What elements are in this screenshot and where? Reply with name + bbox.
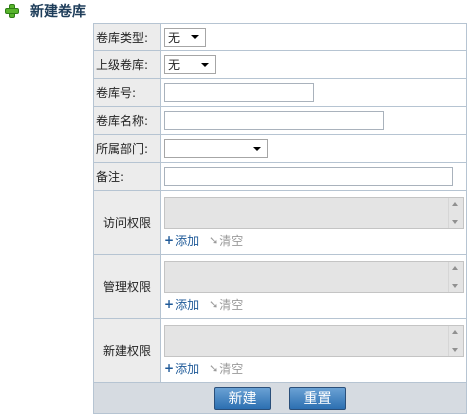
submit-button[interactable]: 新建 [214,386,271,410]
row-note: 备注: [94,163,466,191]
row-parent: 上级卷库: 无 [94,51,466,79]
note-input[interactable] [164,167,453,186]
gray-arrow-icon: ➘ [209,297,219,311]
type-select[interactable]: 无 [164,27,206,47]
scroll-down-icon[interactable] [452,283,458,288]
page-header: 新建卷库 [4,1,86,21]
row-create-permission: 新建权限 + 添加 ➘ 清空 [94,319,466,383]
row-number: 卷库号: [94,79,466,107]
manage-add-link[interactable]: + 添加 [164,296,199,313]
scroll-up-icon[interactable] [452,201,458,206]
row-manage-permission: 管理权限 + 添加 ➘ 清空 [94,255,466,319]
manage-permission-list[interactable] [164,260,464,293]
parent-label: 上级卷库: [94,51,161,78]
row-type: 卷库类型: 无 [94,24,466,51]
create-add-link[interactable]: + 添加 [164,360,199,377]
scroll-down-icon[interactable] [452,219,458,224]
scroll-up-icon[interactable] [452,329,458,334]
note-label: 备注: [94,163,161,190]
chevron-down-icon [191,35,199,39]
chevron-down-icon [253,146,261,151]
dept-label: 所属部门: [94,135,161,162]
parent-select-value: 无 [168,58,181,72]
create-clear-link[interactable]: ➘ 清空 [209,360,243,377]
scroll-up-icon[interactable] [452,265,458,270]
row-access-permission: 访问权限 + 添加 ➘ 清空 [94,191,466,255]
scrollbar[interactable] [448,197,463,228]
scrollbar[interactable] [448,325,463,356]
name-input[interactable] [164,111,384,130]
blue-plus-icon: + [164,233,175,247]
type-label: 卷库类型: [94,24,161,50]
blue-plus-icon: + [164,297,175,311]
new-volume-form: 卷库类型: 无 上级卷库: 无 卷库号: 卷库名称: 所属部门: 备注: 访问权… [93,23,467,414]
number-label: 卷库号: [94,79,161,106]
create-permission-label: 新建权限 [94,319,161,382]
chevron-down-icon [201,62,209,67]
page-title: 新建卷库 [30,4,86,20]
scroll-down-icon[interactable] [452,347,458,352]
manage-permission-label: 管理权限 [94,255,161,318]
action-bar: 新建 重置 [94,383,466,413]
green-plus-icon [4,3,20,19]
row-dept: 所属部门: [94,135,466,163]
reset-button[interactable]: 重置 [289,386,346,410]
blue-plus-icon: + [164,361,175,375]
create-permission-list[interactable] [164,324,464,357]
gray-arrow-icon: ➘ [209,361,219,375]
name-label: 卷库名称: [94,107,161,134]
parent-select[interactable]: 无 [164,55,216,74]
row-name: 卷库名称: [94,107,466,135]
type-select-value: 无 [168,30,181,45]
number-input[interactable] [164,83,314,102]
access-clear-link[interactable]: ➘ 清空 [209,232,243,249]
access-permission-list[interactable] [164,196,464,229]
dept-select[interactable] [164,139,268,158]
gray-arrow-icon: ➘ [209,233,219,247]
manage-clear-link[interactable]: ➘ 清空 [209,296,243,313]
scrollbar[interactable] [448,261,463,292]
access-permission-label: 访问权限 [94,191,161,254]
access-add-link[interactable]: + 添加 [164,232,199,249]
